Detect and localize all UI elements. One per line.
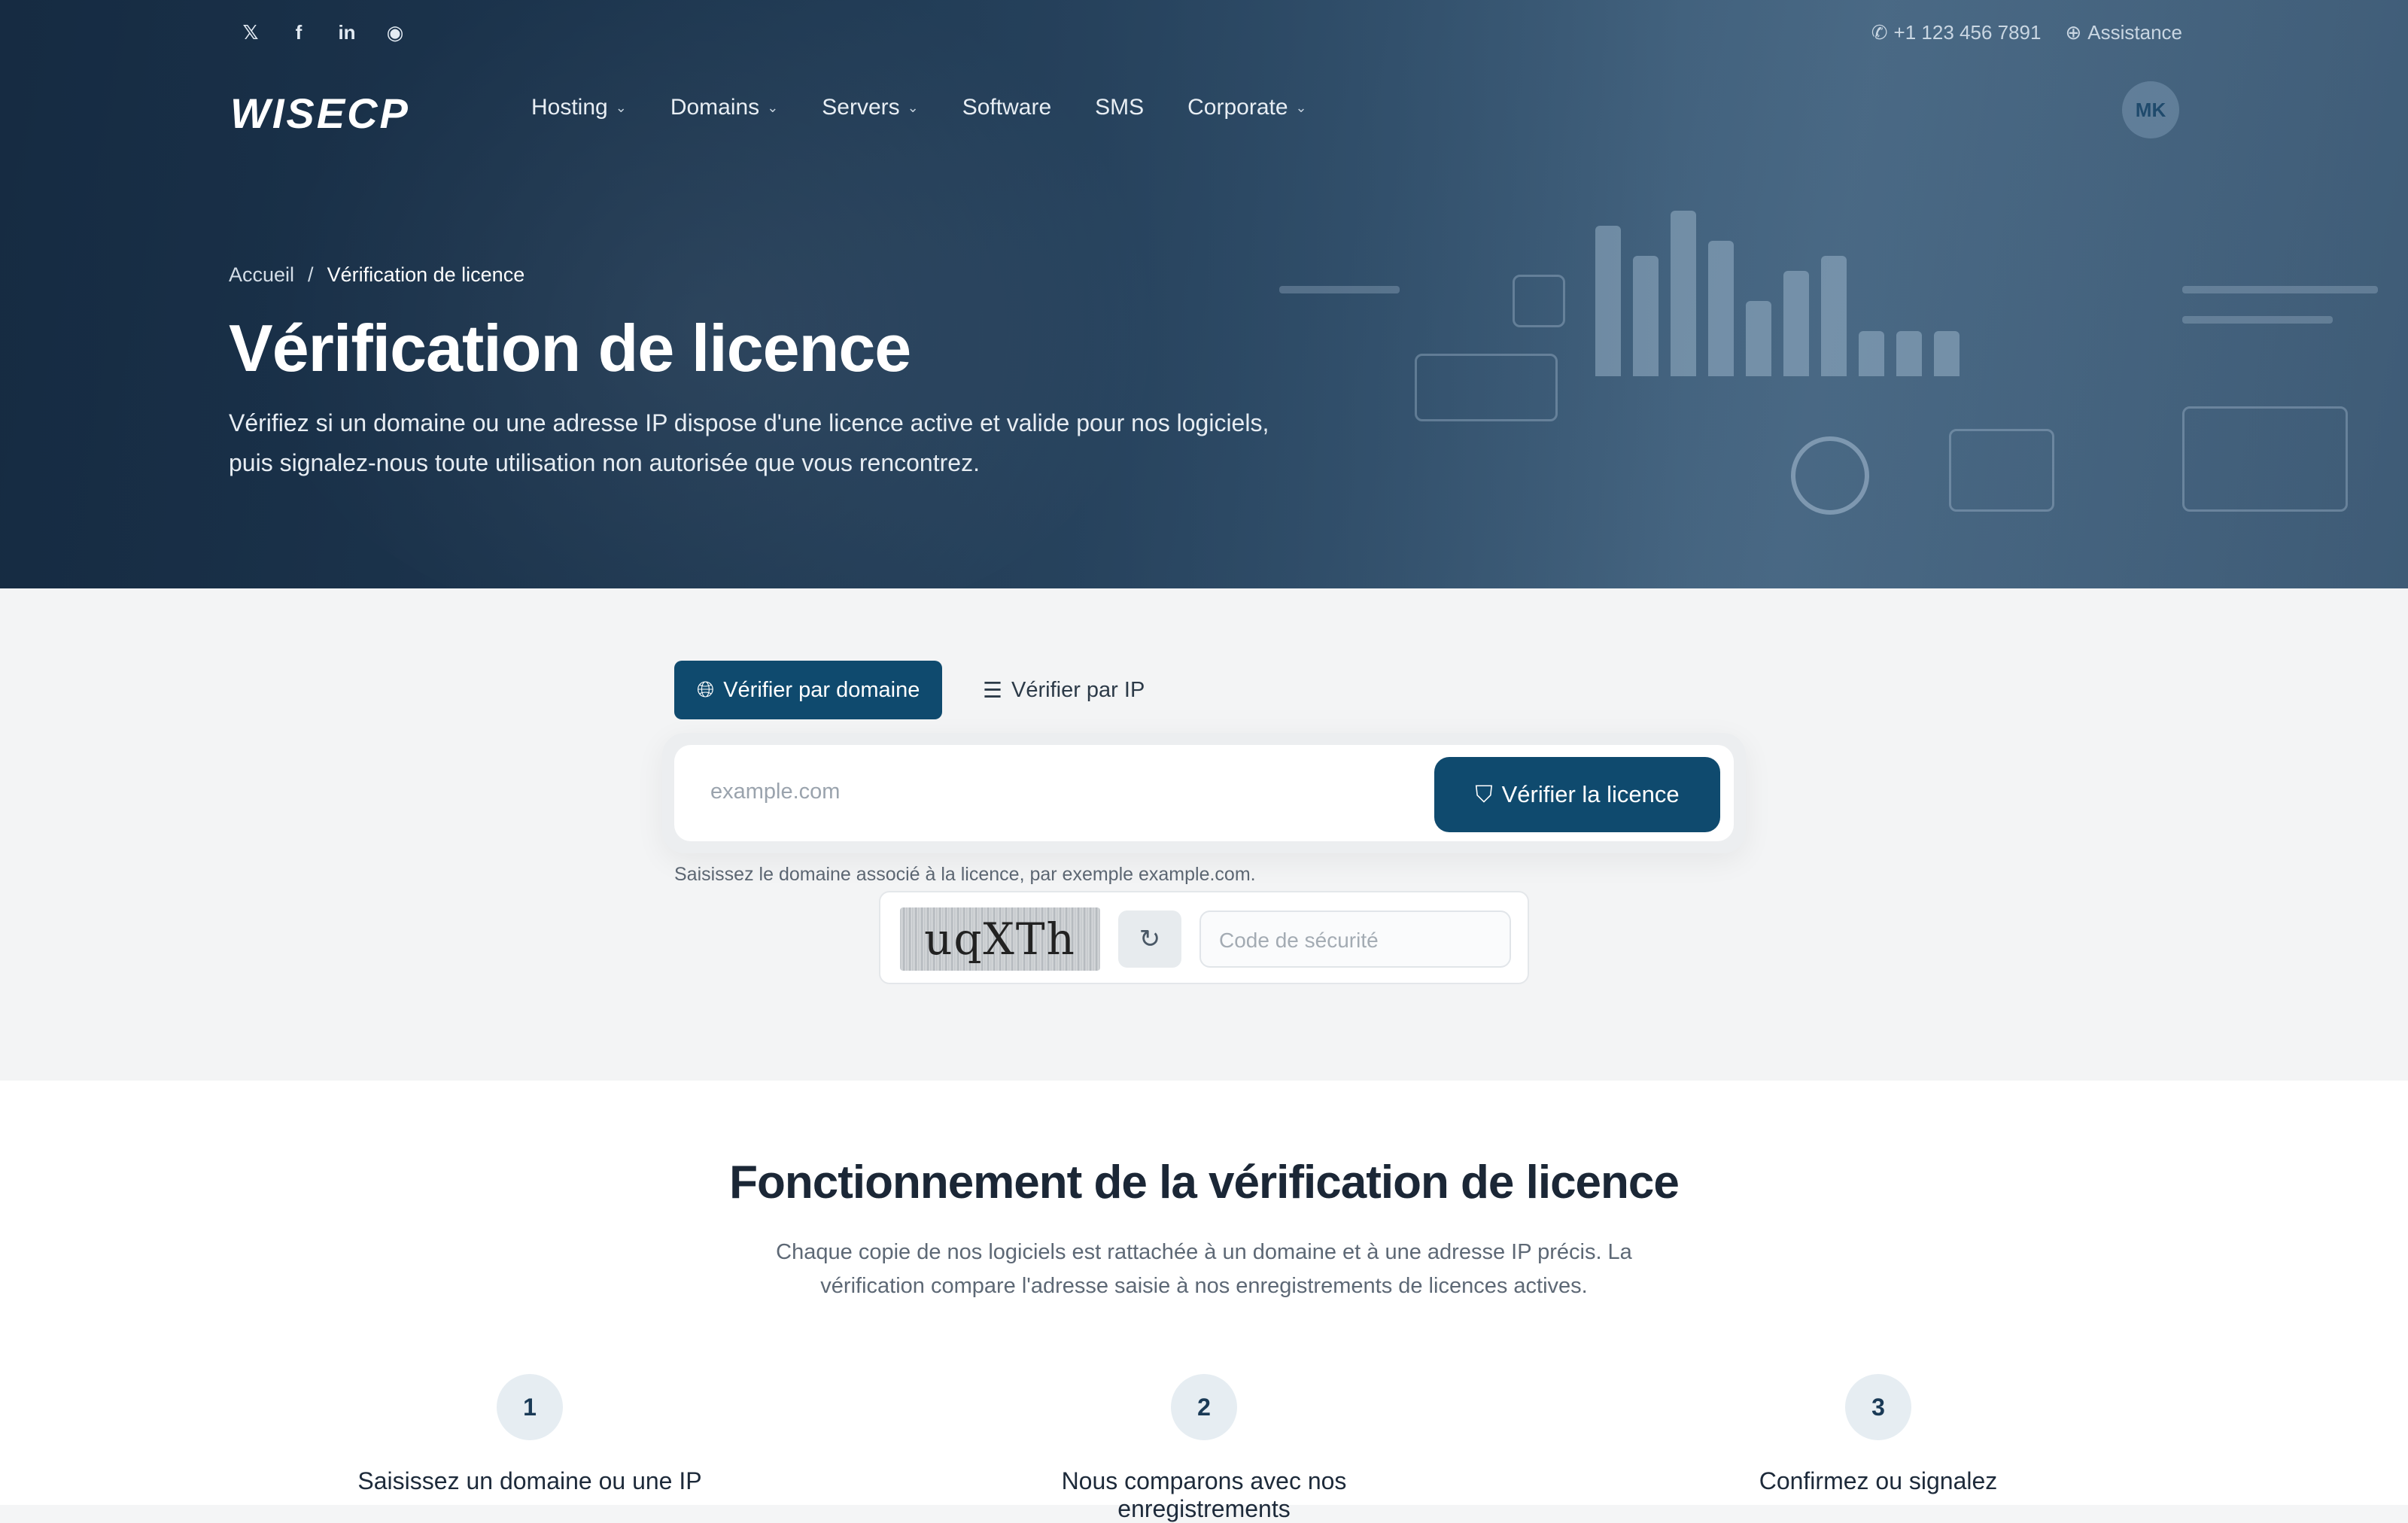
step-number: 2 <box>1171 1374 1237 1440</box>
nav-item-corporate[interactable]: Corporate ⌄ <box>1187 95 1307 120</box>
step-title: Nous comparons avec nos enregistrements <box>1061 1467 1347 1522</box>
tab-verify-domain[interactable]: 🌐︎ Vérifier par domaine <box>674 661 943 719</box>
nav-item-label: SMS <box>1095 95 1145 120</box>
how-title: Fonctionnement de la vérification de lic… <box>729 1157 1680 1208</box>
verify-license-label: Vérifier la licence <box>1501 781 1680 807</box>
step-3: 3 Confirmez ou signalez <box>1652 1374 2104 1495</box>
nav-item-domains[interactable]: Domains ⌄ <box>670 95 778 120</box>
breadcrumb-separator: / <box>308 263 314 286</box>
captcha-panel: uqXTh ↻ Code de sécurité <box>879 891 1529 984</box>
linkedin-icon[interactable]: in <box>334 20 360 45</box>
domain-hint: Saisissez le domaine associé à la licenc… <box>674 864 1256 885</box>
facebook-icon[interactable]: f <box>286 20 312 45</box>
server-icon: ☰ <box>983 678 1002 703</box>
main-nav: Hosting ⌄ Domains ⌄ Servers ⌄ Software S… <box>531 95 1307 120</box>
nav-item-label: Hosting <box>531 95 608 120</box>
phone-link[interactable]: ✆ +1 123 456 7891 <box>1871 21 2042 44</box>
security-code-placeholder: Code de sécurité <box>1219 929 1379 952</box>
how-description: Chaque copie de nos logiciels est rattac… <box>776 1240 1632 1298</box>
step-2: 2 Nous comparons avec nos enregistrement… <box>978 1374 1430 1523</box>
topbar-info: ✆ +1 123 456 7891 ⊕ Assistance <box>1871 21 2182 44</box>
decorative-panel <box>1949 429 2054 512</box>
step-title: Saisissez un domaine ou une IP <box>357 1467 702 1494</box>
social-links: 𝕏 f in ◉ <box>238 20 408 45</box>
step-title: Confirmez ou signalez <box>1759 1467 1998 1494</box>
breadcrumb: Accueil / Vérification de licence <box>229 263 524 287</box>
breadcrumb-home[interactable]: Accueil <box>229 263 294 287</box>
nav-item-hosting[interactable]: Hosting ⌄ <box>531 95 627 120</box>
step-number: 3 <box>1845 1374 1911 1440</box>
nav-item-label: Software <box>962 95 1052 120</box>
nav-item-sms[interactable]: SMS <box>1095 95 1144 120</box>
chevron-down-icon: ⌄ <box>907 99 919 115</box>
breadcrumb-current: Vérification de licence <box>327 263 525 286</box>
chevron-down-icon: ⌄ <box>1295 99 1307 115</box>
decorative-line <box>2182 316 2333 324</box>
nav-item-label: Domains <box>670 95 760 120</box>
tab-label: Vérifier par domaine <box>723 677 920 702</box>
decorative-bar-graphic <box>1580 150 1972 376</box>
security-code-input[interactable]: Code de sécurité <box>1199 910 1511 968</box>
nav-item-software[interactable]: Software <box>962 95 1051 120</box>
phone-number: +1 123 456 7891 <box>1893 21 2042 44</box>
tab-verify-ip[interactable]: ☰ Vérifier par IP <box>960 661 1167 719</box>
decorative-panel <box>2182 406 2348 512</box>
page-subtitle: Vérifiez si un domaine ou une adresse IP… <box>229 409 1269 476</box>
tab-label: Vérifier par IP <box>1011 677 1145 702</box>
verify-license-button[interactable]: ⛉ Vérifier la licence <box>1434 757 1720 832</box>
phone-icon: ✆ <box>1871 21 1888 44</box>
site-logo[interactable]: WISECP <box>230 89 410 138</box>
decorative-line <box>2182 286 2378 293</box>
page-title: Vérification de licence <box>229 311 911 385</box>
discord-icon[interactable]: ◉ <box>382 20 408 45</box>
hero-banner: 𝕏 f in ◉ ✆ +1 123 456 7891 ⊕ Assistance … <box>0 0 2408 588</box>
refresh-icon: ↻ <box>1139 925 1161 953</box>
decorative-panel <box>1513 275 1565 327</box>
user-avatar[interactable]: MK <box>2122 81 2179 138</box>
refresh-captcha-button[interactable]: ↻ <box>1118 910 1181 968</box>
nav-item-servers[interactable]: Servers ⌄ <box>822 95 918 120</box>
globe-icon: 🌐︎ <box>697 677 715 702</box>
chevron-down-icon: ⌄ <box>615 99 627 115</box>
domain-input-placeholder: example.com <box>710 780 841 804</box>
captcha-image: uqXTh <box>900 907 1100 971</box>
support-label: Assistance <box>2087 21 2182 44</box>
decorative-line <box>1279 286 1400 293</box>
globe-icon <box>1791 436 1869 515</box>
decorative-panel <box>1415 354 1558 421</box>
chevron-down-icon: ⌄ <box>767 99 779 115</box>
step-1: 1 Saisissez un domaine ou une IP <box>304 1374 756 1495</box>
support-link[interactable]: ⊕ Assistance <box>2065 21 2182 44</box>
lifebuoy-icon: ⊕ <box>2065 21 2082 44</box>
step-number: 1 <box>497 1374 563 1440</box>
x-icon[interactable]: 𝕏 <box>238 20 263 45</box>
shield-check-icon: ⛉ <box>1475 780 1493 807</box>
nav-item-label: Servers <box>822 95 900 120</box>
nav-item-label: Corporate <box>1187 95 1288 120</box>
